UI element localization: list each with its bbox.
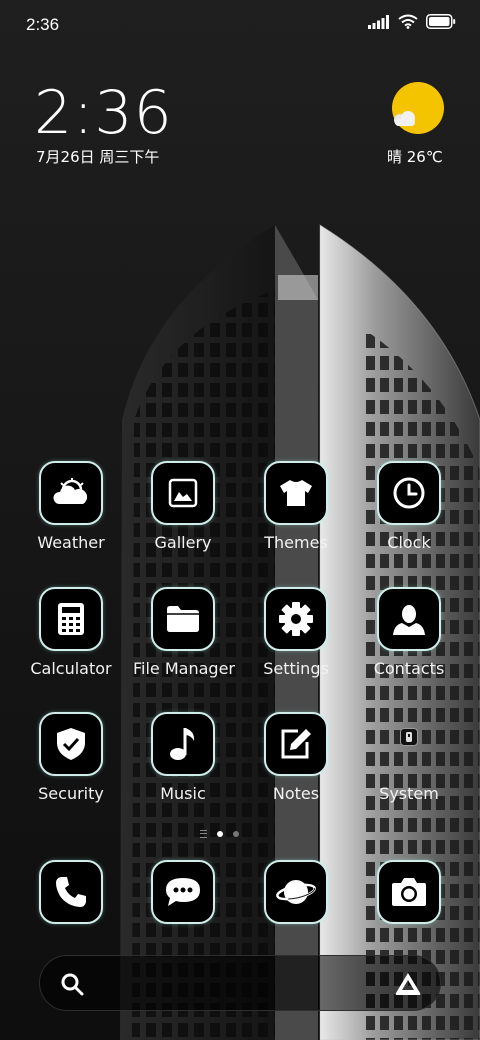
clock-widget-time[interactable]: 2:36 <box>34 78 173 148</box>
app-file-manager[interactable]: File Manager <box>133 587 235 678</box>
page-list-icon <box>200 830 207 838</box>
assistant-icon[interactable] <box>394 971 422 997</box>
app-label: Security <box>38 784 104 803</box>
page-dot <box>233 831 239 837</box>
browser-icon <box>276 880 316 904</box>
signal-icon <box>368 14 389 29</box>
app-icon-frame <box>377 461 441 525</box>
app-music[interactable]: Music <box>133 712 233 803</box>
wifi-icon <box>398 14 418 29</box>
app-label: Calculator <box>30 659 112 678</box>
system-folder-icon <box>400 728 418 746</box>
themes-icon <box>280 480 312 506</box>
search-icon[interactable] <box>60 972 84 996</box>
gallery-icon <box>168 478 198 508</box>
sunny-cloud-icon[interactable] <box>390 82 444 136</box>
app-label: Music <box>160 784 206 803</box>
app-label: Contacts <box>373 659 445 678</box>
calculator-icon <box>58 603 84 635</box>
gear-icon <box>279 602 313 636</box>
app-icon-frame <box>264 461 328 525</box>
dock-browser[interactable] <box>246 860 346 924</box>
page-dot-active <box>217 831 223 837</box>
app-weather[interactable]: Weather <box>21 461 121 552</box>
app-themes[interactable]: Themes <box>246 461 346 552</box>
dock-phone[interactable] <box>21 860 121 924</box>
app-icon-frame <box>39 860 103 924</box>
app-label: Clock <box>387 533 431 552</box>
page-indicator[interactable] <box>200 830 239 838</box>
phone-icon <box>56 877 86 907</box>
app-label: System <box>379 784 439 803</box>
app-label: Gallery <box>154 533 212 552</box>
weather-widget-text: 晴 26℃ <box>387 148 443 166</box>
camera-icon <box>392 878 426 906</box>
app-icon-frame <box>377 860 441 924</box>
notes-icon <box>281 729 311 759</box>
app-label: Settings <box>263 659 329 678</box>
app-icon-frame <box>39 461 103 525</box>
app-icon-frame <box>39 587 103 651</box>
messages-icon <box>166 878 200 906</box>
contacts-icon <box>393 605 425 635</box>
weather-icon <box>53 478 88 504</box>
app-calculator[interactable]: Calculator <box>21 587 121 678</box>
app-icon-frame <box>377 712 441 776</box>
shield-icon <box>57 728 85 760</box>
battery-icon <box>426 14 456 29</box>
app-settings[interactable]: Settings <box>246 587 346 678</box>
app-icon-frame <box>151 461 215 525</box>
search-bar[interactable] <box>39 955 441 1011</box>
app-label: Notes <box>272 784 320 803</box>
app-icon-frame <box>264 712 328 776</box>
app-label: Themes <box>264 533 328 552</box>
app-notes[interactable]: Notes <box>246 712 346 803</box>
clock-widget-date: 7月26日 周三下午 <box>36 148 160 166</box>
app-icon-frame <box>151 712 215 776</box>
status-bar: 2:36 <box>0 0 480 50</box>
app-system-folder[interactable]: System <box>359 712 459 803</box>
app-contacts[interactable]: Contacts <box>359 587 459 678</box>
dock-camera[interactable] <box>359 860 459 924</box>
dock-messages[interactable] <box>133 860 233 924</box>
folder-icon <box>167 606 199 632</box>
app-icon-frame <box>39 712 103 776</box>
app-label: File Manager <box>133 659 235 678</box>
music-note-icon <box>170 728 195 760</box>
app-security[interactable]: Security <box>21 712 121 803</box>
clock-icon <box>393 477 425 509</box>
app-icon-frame <box>151 587 215 651</box>
app-icon-frame <box>377 587 441 651</box>
app-gallery[interactable]: Gallery <box>133 461 233 552</box>
app-label: Weather <box>37 533 105 552</box>
app-icon-frame <box>151 860 215 924</box>
app-icon-frame <box>264 860 328 924</box>
status-icons <box>368 14 456 29</box>
app-clock[interactable]: Clock <box>359 461 459 552</box>
status-time: 2:36 <box>26 15 60 34</box>
app-icon-frame <box>264 587 328 651</box>
